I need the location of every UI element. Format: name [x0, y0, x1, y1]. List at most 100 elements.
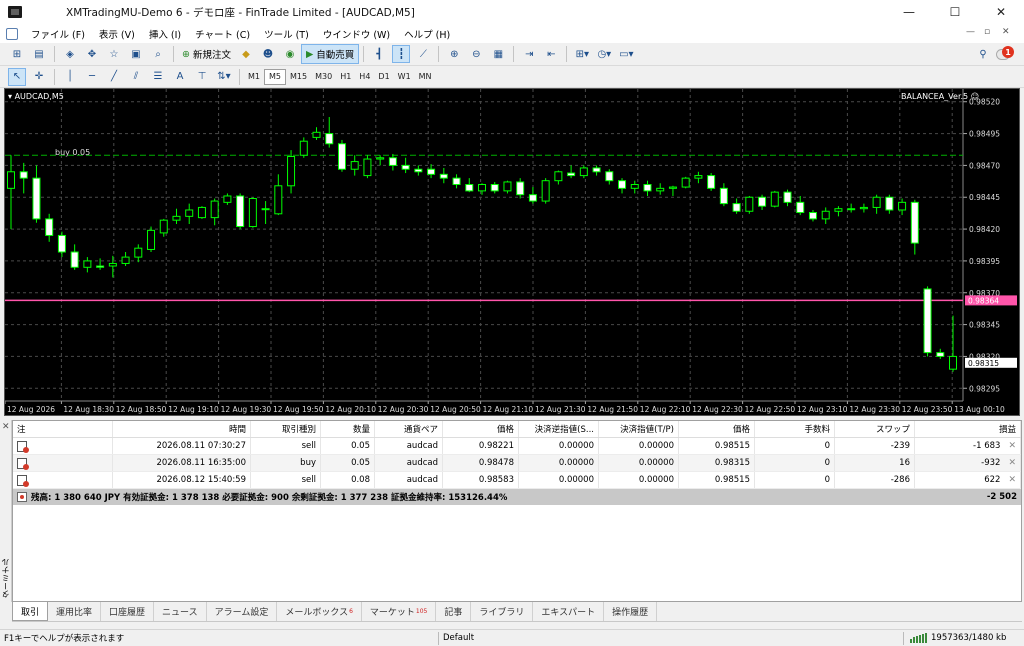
periods-icon[interactable]: ◷▾ — [595, 45, 613, 63]
cursor-icon[interactable]: ↖ — [8, 67, 26, 86]
label-tool-icon[interactable]: ⊤ — [193, 68, 211, 86]
timeframe-mn[interactable]: MN — [415, 69, 436, 85]
menu-view[interactable]: 表示 (V) — [92, 27, 142, 41]
meta-editor-icon[interactable]: ◆ — [237, 45, 255, 63]
signals-icon[interactable]: ◉ — [281, 45, 299, 63]
trendline-icon[interactable]: ╱ — [105, 68, 123, 86]
timeframe-m1[interactable]: M1 — [244, 69, 264, 85]
market-watch-icon[interactable]: ◈ — [61, 45, 79, 63]
tab-7[interactable]: 記事 — [436, 602, 472, 621]
tab-1[interactable]: 運用比率 — [48, 602, 102, 621]
menu-window[interactable]: ウインドウ (W) — [316, 27, 397, 41]
col-price[interactable]: 価格 — [443, 421, 519, 437]
tab-2[interactable]: 口座履歴 — [101, 602, 155, 621]
close-position-icon[interactable]: ✕ — [1008, 441, 1016, 451]
zoom-out-icon[interactable]: ⊖ — [467, 45, 485, 63]
col-order[interactable]: 注 — [13, 421, 113, 437]
menu-file[interactable]: ファイル (F) — [24, 27, 92, 41]
total-profit: -2 502 — [986, 492, 1017, 502]
timeframe-d1[interactable]: D1 — [374, 69, 393, 85]
bar-chart-icon[interactable]: ┫ — [370, 45, 388, 63]
auto-trading-button[interactable]: ▶ 自動売買 — [300, 44, 360, 64]
tab-10[interactable]: 操作履歴 — [604, 602, 658, 621]
text-tool-icon[interactable]: A — [171, 68, 189, 86]
col-stop-loss[interactable]: 決済逆指値(S... — [519, 421, 599, 437]
candlestick-chart-icon[interactable]: ┇ — [392, 45, 411, 63]
search-icon[interactable]: ⚲ — [974, 45, 992, 63]
channel-icon[interactable]: ⫽ — [127, 68, 145, 86]
tab-3[interactable]: ニュース — [154, 602, 207, 621]
tab-6[interactable]: マーケット 105 — [362, 602, 437, 621]
tester-icon[interactable]: ⌕ — [149, 45, 167, 63]
volume-cell: 0.08 — [321, 472, 375, 488]
timeframe-m15[interactable]: M15 — [286, 69, 311, 85]
crosshair-icon[interactable]: ✛ — [30, 68, 48, 86]
col-profit[interactable]: 損益 — [915, 421, 1021, 437]
menu-chart[interactable]: チャート (C) — [188, 27, 257, 41]
price-chart[interactable]: 0.98520 0.98495 0.98470 0.98445 0.98420 0.983… — [4, 88, 1020, 416]
fibonacci-icon[interactable]: ☰ — [149, 68, 167, 86]
close-button[interactable]: ✕ — [978, 0, 1024, 24]
indicators-icon[interactable]: ⊞▾ — [573, 45, 591, 63]
col-current-price[interactable]: 価格 — [679, 421, 755, 437]
notification-icon[interactable]: 1 — [996, 46, 1014, 62]
col-commission[interactable]: 手数料 — [755, 421, 835, 437]
candle-body — [656, 187, 665, 192]
zoom-in-icon[interactable]: ⊕ — [445, 45, 463, 63]
close-position-icon[interactable]: ✕ — [1008, 458, 1016, 468]
type-cell: sell — [251, 472, 321, 488]
chart-canvas[interactable]: 0.985200.984950.984700.984450.984200.983… — [5, 89, 1019, 415]
timeframe-h1[interactable]: H1 — [336, 69, 355, 85]
navigator-icon[interactable]: ☆ — [105, 45, 123, 63]
close-position-icon[interactable]: ✕ — [1008, 475, 1016, 485]
col-volume[interactable]: 数量 — [321, 421, 375, 437]
doc-close-button[interactable]: ✕ — [1002, 27, 1010, 37]
candle-body — [427, 168, 436, 175]
col-take-profit[interactable]: 決済指値(T/P) — [599, 421, 679, 437]
time-label: 12 Aug 21:50 — [587, 405, 638, 414]
arrows-tool-icon[interactable]: ⇅▾ — [215, 68, 233, 86]
col-time[interactable]: 時間 — [113, 421, 251, 437]
community-icon[interactable]: ☻ — [259, 45, 277, 63]
maximize-button[interactable]: ☐ — [932, 0, 978, 24]
timeframe-m5[interactable]: M5 — [264, 68, 286, 85]
tab-4[interactable]: アラーム設定 — [207, 602, 278, 621]
line-chart-icon[interactable]: ⟋ — [414, 45, 432, 63]
order-icon — [17, 457, 29, 470]
col-symbol[interactable]: 通貨ペア — [375, 421, 443, 437]
col-swap[interactable]: スワップ — [835, 421, 915, 437]
terminal-close-icon[interactable]: ✕ — [2, 422, 10, 432]
table-row[interactable]: 2026.08.11 07:30:27 sell 0.05 audcad 0.98221… — [13, 438, 1021, 455]
tab-8[interactable]: ライブラリ — [471, 602, 534, 621]
timeframe-m30[interactable]: M30 — [311, 69, 336, 85]
doc-minimize-button[interactable]: — — [966, 27, 975, 37]
minimize-button[interactable]: — — [886, 0, 932, 24]
terminal-icon[interactable]: ▣ — [127, 45, 145, 63]
new-chart-icon[interactable]: ⊞ — [8, 45, 26, 63]
new-order-button[interactable]: ⊕ 新規注文 — [178, 44, 235, 64]
col-type[interactable]: 取引種別 — [251, 421, 321, 437]
candle-body — [248, 198, 257, 228]
vertical-line-icon[interactable]: │ — [61, 68, 79, 86]
tab-0[interactable]: 取引 — [12, 602, 49, 621]
profiles-icon[interactable]: ▤ — [30, 45, 48, 63]
table-row[interactable]: 2026.08.11 16:35:00 buy 0.05 audcad 0.98478 0… — [13, 455, 1021, 472]
auto-scroll-icon[interactable]: ⇥ — [520, 45, 538, 63]
menu-insert[interactable]: 挿入 (I) — [142, 27, 188, 41]
menu-help[interactable]: ヘルプ (H) — [397, 27, 457, 41]
tab-5[interactable]: メールボックス 6 — [277, 602, 362, 621]
doc-restore-button[interactable]: ▫ — [984, 27, 990, 37]
data-window-icon[interactable]: ✥ — [83, 45, 101, 63]
timeframe-h4[interactable]: H4 — [355, 69, 374, 85]
tab-9[interactable]: エキスパート — [533, 602, 605, 621]
templates-icon[interactable]: ▭▾ — [617, 45, 635, 63]
chart-shift-icon[interactable]: ⇤ — [542, 45, 560, 63]
candle-body — [388, 157, 397, 166]
timeframe-w1[interactable]: W1 — [394, 69, 415, 85]
horizontal-line-icon[interactable]: ─ — [83, 68, 101, 86]
menu-tools[interactable]: ツール (T) — [257, 27, 316, 41]
status-connection[interactable]: 1957363/1480 kb — [910, 633, 1006, 643]
tile-windows-icon[interactable]: ▦ — [489, 45, 507, 63]
table-row[interactable]: 2026.08.12 15:40:59 sell 0.08 audcad 0.98583… — [13, 472, 1021, 489]
status-profile[interactable]: Default — [443, 633, 903, 643]
